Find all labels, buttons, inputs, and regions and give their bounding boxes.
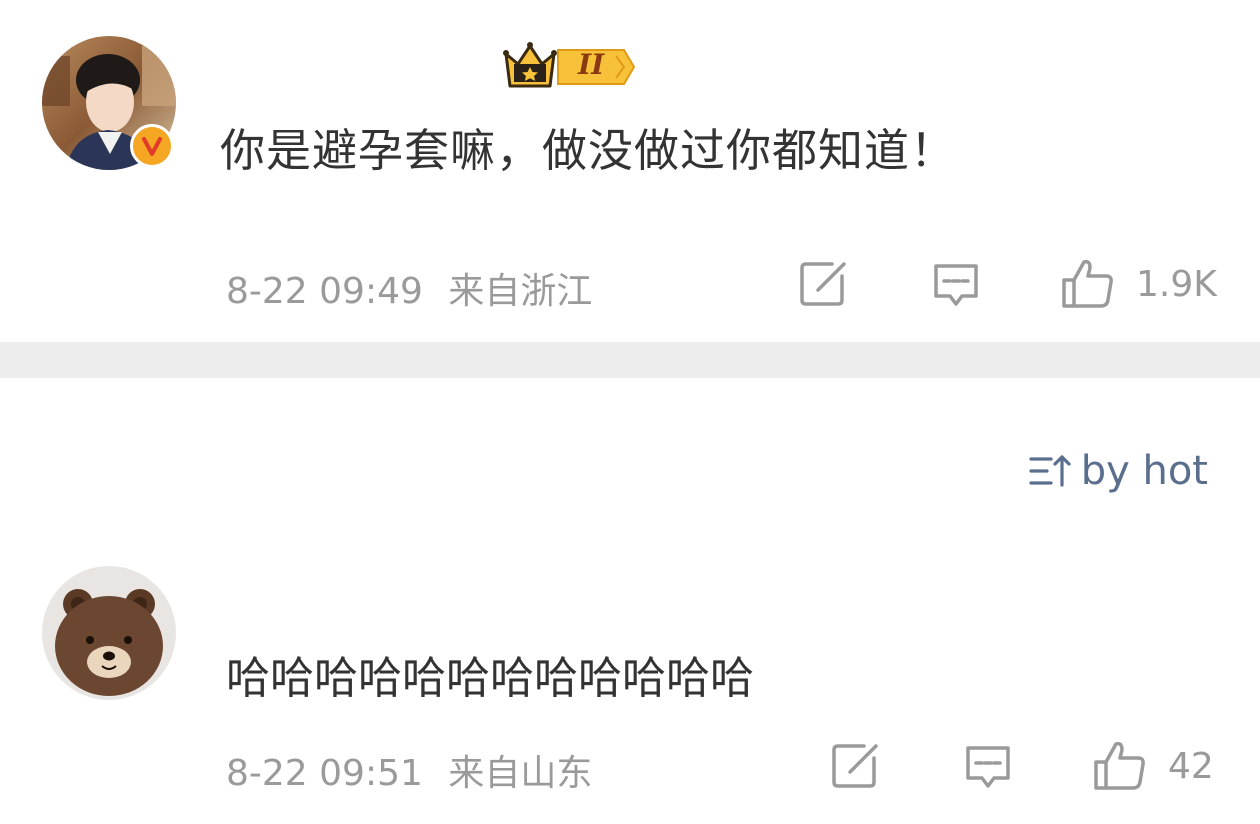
- verified-v-icon: [136, 130, 168, 162]
- like-button[interactable]: 1.9K: [1060, 256, 1217, 312]
- repost-button[interactable]: [798, 258, 850, 310]
- sort-icon: [1029, 455, 1071, 487]
- section-divider: [0, 342, 1260, 378]
- level-badge-label: II: [578, 48, 605, 81]
- comment-text: 你是避孕套嘛，做没做过你都知道！: [220, 124, 957, 177]
- comment-icon: [934, 264, 978, 306]
- like-button[interactable]: 42: [1092, 738, 1214, 794]
- repost-button[interactable]: [830, 740, 882, 792]
- avatar[interactable]: [42, 566, 176, 700]
- comment-text: 哈哈哈哈哈哈哈哈哈哈哈哈: [226, 653, 754, 704]
- comment-feed: II 你是避孕套嘛，做没做过你都知道！ 8-22 09:49 来自浙江 1.9K…: [0, 0, 1260, 824]
- crown-icon: [503, 42, 636, 88]
- comment-meta: 8-22 09:51 来自山东: [226, 744, 592, 796]
- sort-toggle[interactable]: by hot: [1029, 448, 1208, 494]
- location: 来自山东: [448, 753, 593, 794]
- timestamp: 8-22 09:49: [226, 271, 423, 312]
- like-count: 1.9K: [1136, 263, 1217, 305]
- repost-icon: [800, 262, 846, 306]
- thumbs-up-icon: [1062, 259, 1113, 308]
- thumbs-up-icon: [1094, 741, 1145, 790]
- location: 来自浙江: [448, 271, 593, 312]
- comment-meta: 8-22 09:49 来自浙江: [226, 262, 592, 314]
- comment-button[interactable]: [962, 740, 1014, 792]
- sort-label: by hot: [1080, 448, 1208, 494]
- comment-button[interactable]: [930, 258, 982, 310]
- bear-avatar-image: [42, 566, 176, 700]
- comment-icon: [966, 746, 1010, 788]
- verified-badge: [130, 124, 174, 168]
- repost-icon: [832, 744, 878, 788]
- timestamp: 8-22 09:51: [226, 753, 423, 794]
- like-count: 42: [1168, 745, 1214, 787]
- level-crown-badge: II: [502, 40, 636, 90]
